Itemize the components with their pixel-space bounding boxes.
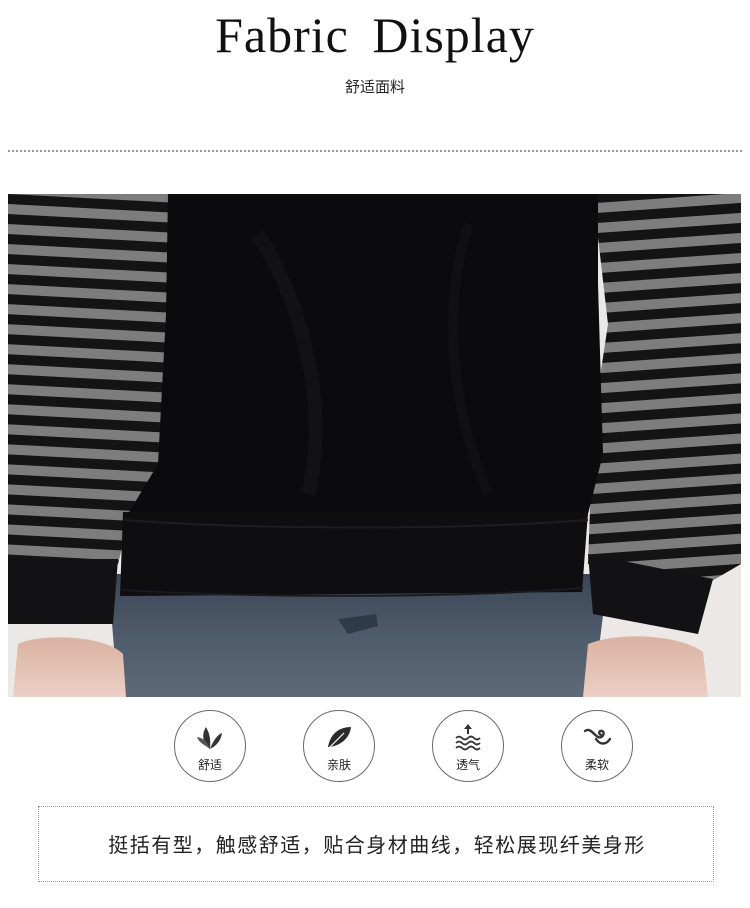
feature-breathable: 透气 xyxy=(432,710,504,782)
page-subtitle: 舒适面料 xyxy=(344,78,405,96)
description-text: 挺括有型，触感舒适，贴合身材曲线，轻松展现纤美身形 xyxy=(108,833,646,857)
feature-label: 亲肤 xyxy=(326,758,351,772)
feature-label: 透气 xyxy=(455,758,480,772)
feature-soft: 柔软 xyxy=(561,710,633,782)
feature-comfort: 舒适 xyxy=(174,710,246,782)
page-title: Fabric Display xyxy=(215,7,535,63)
feather-icon xyxy=(327,727,351,750)
feature-icons-row: 舒适 亲肤 透气 柔软 xyxy=(0,710,750,790)
breathable-waves-icon xyxy=(455,724,481,751)
feature-label: 舒适 xyxy=(197,758,222,772)
product-photo xyxy=(8,194,741,697)
leaf-icon xyxy=(197,727,222,749)
soft-swirl-icon xyxy=(583,728,612,745)
dotted-divider xyxy=(8,150,742,152)
feature-label: 柔软 xyxy=(584,758,609,772)
description-box: 挺括有型，触感舒适，贴合身材曲线，轻松展现纤美身形 xyxy=(38,806,714,882)
feature-skin-friendly: 亲肤 xyxy=(303,710,375,782)
